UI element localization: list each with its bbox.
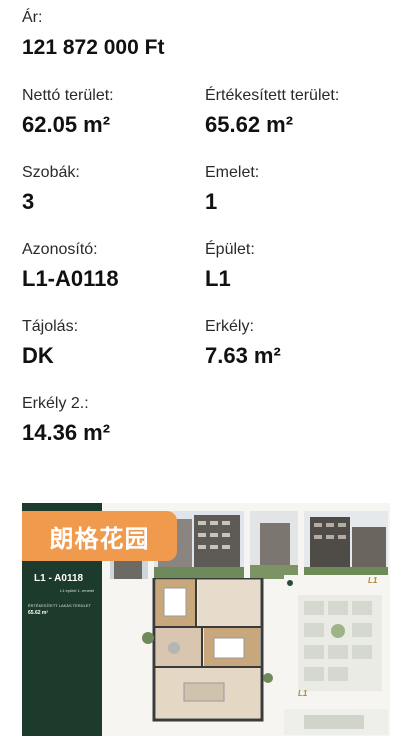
balcony2-value: 14.36 m² — [22, 420, 111, 445]
rooms-label: Szobák: — [22, 164, 80, 181]
site-plan — [284, 575, 388, 735]
site-plan-badge: L1 — [368, 576, 378, 585]
sold-area-label: Értékesített terület: — [205, 87, 340, 104]
unit-subtitle: L1 épület 1. emelet — [60, 588, 95, 593]
price-label: Ár: — [22, 9, 43, 26]
orientation-value: DK — [22, 343, 54, 368]
unit-title: L1 - A0118 — [34, 573, 84, 584]
building-value: L1 — [205, 266, 231, 291]
floor-value: 1 — [205, 189, 218, 214]
id-label: Azonosító: — [22, 241, 98, 258]
orientation-label: Tájolás: — [22, 318, 79, 335]
apartment-details-page: Ár: 121 872 000 Ft Nettó terület: 62.05 … — [0, 0, 412, 736]
apartment-floor-plan — [142, 578, 273, 722]
sold-area-figure: 65.62 m² — [28, 610, 49, 616]
floor-plan-brochure[interactable]: L1 - A0118 L1 épület 1. emelet ÉRTÉKESÍT… — [22, 503, 390, 736]
balcony-value: 7.63 m² — [205, 343, 281, 368]
sold-area-heading: ÉRTÉKESÍTETT LAKÁS TERÜLET — [28, 603, 91, 608]
building-label: Épület: — [205, 241, 255, 258]
net-area-value: 62.05 m² — [22, 112, 111, 137]
balcony2-label: Erkély 2.: — [22, 395, 89, 412]
site-plan-badge-2: L1 — [298, 689, 308, 698]
sold-area-value: 65.62 m² — [205, 112, 294, 137]
net-area-label: Nettó terület: — [22, 87, 114, 104]
watermark-badge: 朗格花园 — [22, 511, 177, 561]
price-value: 121 872 000 Ft — [22, 36, 165, 59]
floor-label: Emelet: — [205, 164, 260, 181]
id-value: L1-A0118 — [22, 266, 119, 291]
balcony-label: Erkély: — [205, 318, 254, 335]
rooms-value: 3 — [22, 189, 35, 214]
